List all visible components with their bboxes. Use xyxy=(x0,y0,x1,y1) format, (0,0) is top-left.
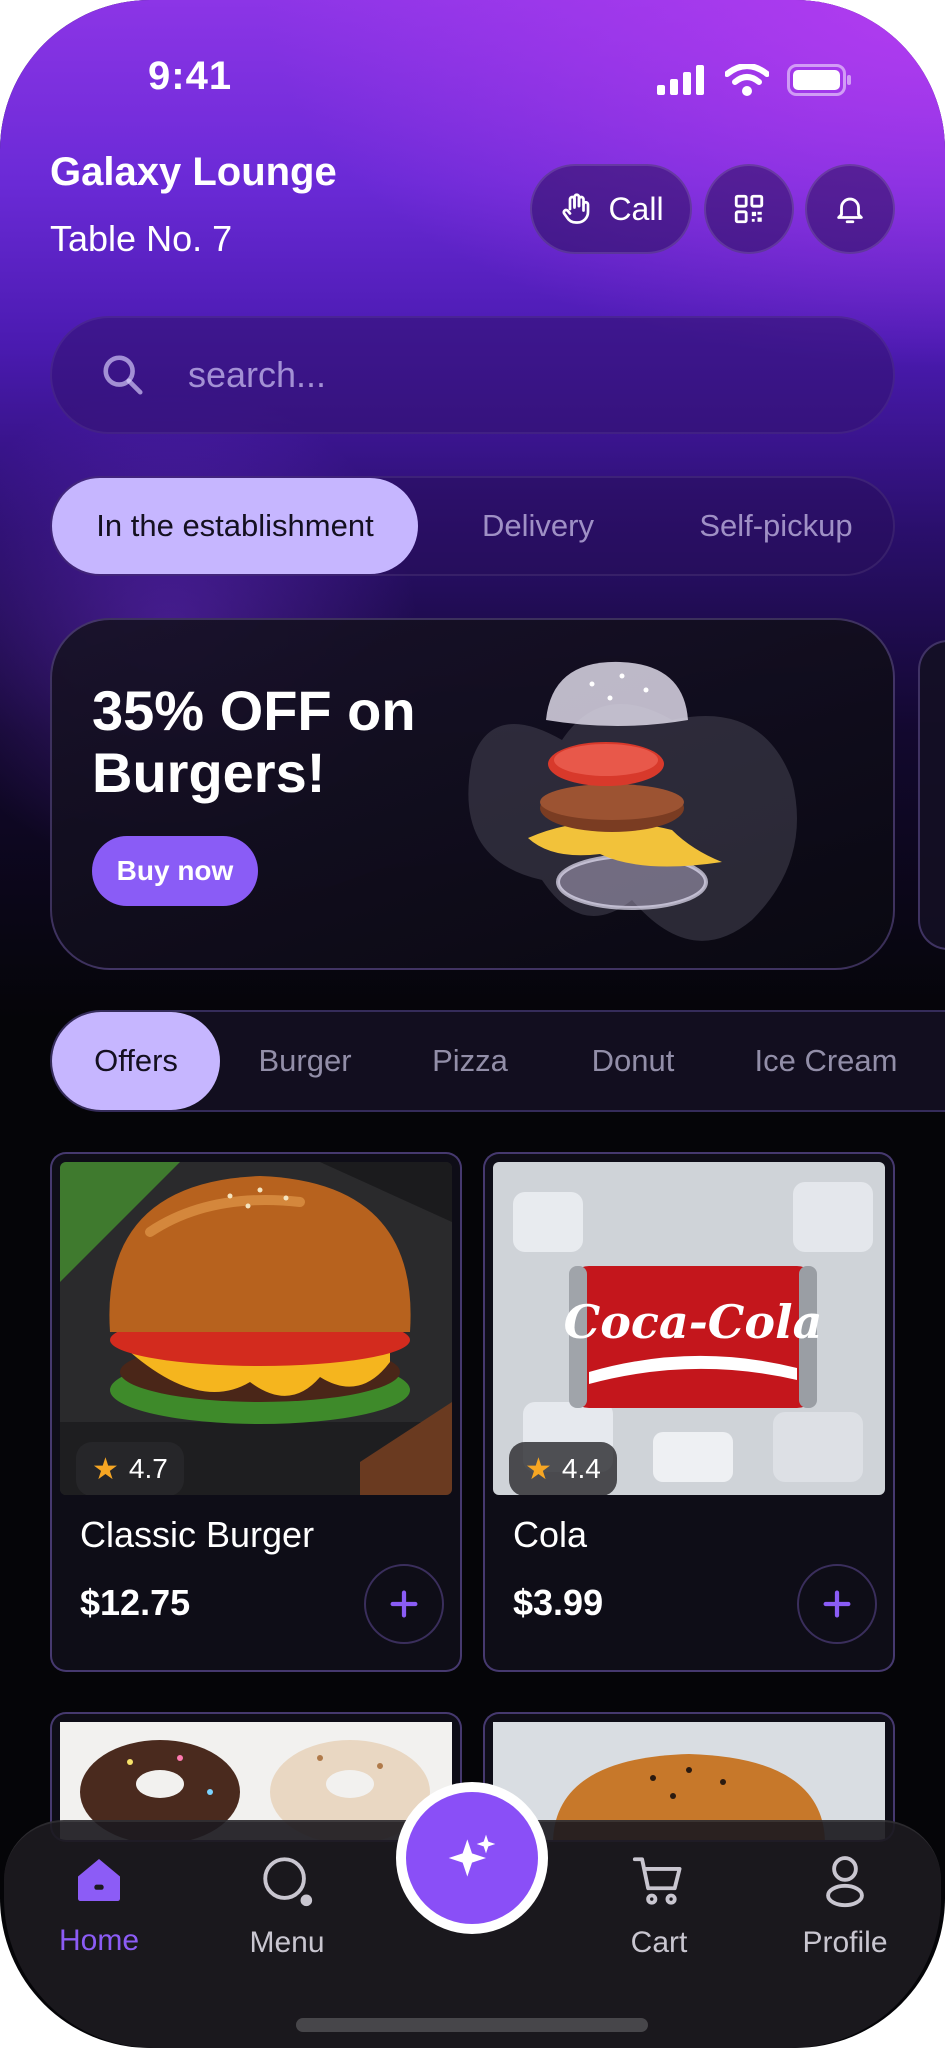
search-menu-icon xyxy=(263,1857,313,1907)
rating-value: 4.4 xyxy=(561,1453,601,1484)
nav-profile[interactable]: Profile xyxy=(770,1852,920,1960)
add-to-cart-button[interactable] xyxy=(364,1564,444,1644)
status-icons xyxy=(657,64,853,96)
nav-home[interactable]: Home xyxy=(24,1852,174,1958)
svg-text:Coca-Cola: Coca-Cola xyxy=(564,1295,823,1349)
next-promo-card[interactable] xyxy=(918,640,945,950)
hand-icon xyxy=(562,193,590,224)
rating-value: 4.7 xyxy=(128,1453,168,1484)
nav-profile-label: Profile xyxy=(802,1926,888,1959)
mode-delivery[interactable]: Delivery xyxy=(418,478,658,574)
home-icon xyxy=(78,1859,120,1901)
rating-badge: ★ 4.7 xyxy=(76,1442,184,1495)
category-donut[interactable]: Donut xyxy=(550,1012,716,1110)
product-name: Classic Burger xyxy=(80,1514,315,1555)
call-waiter-button[interactable]: Call xyxy=(530,164,692,254)
service-mode-switch: In the establishment Delivery Self-picku… xyxy=(50,476,895,576)
category-pizza[interactable]: Pizza xyxy=(390,1012,550,1110)
promo-banner[interactable]: 35% OFF on Burgers! Buy now xyxy=(50,618,895,970)
nav-cart-label: Cart xyxy=(630,1926,688,1959)
category-tabs: Offers Burger Pizza Donut Ice Cream xyxy=(50,1010,945,1112)
product-price: $3.99 xyxy=(513,1582,604,1623)
app-screen: 9:41 Galaxy Lounge Table No. 7 Call sear… xyxy=(0,0,945,2048)
plus-icon xyxy=(823,1590,851,1618)
rating-badge: ★ 4.4 xyxy=(509,1442,617,1495)
nav-menu-label: Menu xyxy=(249,1926,325,1959)
venue-name: Galaxy Lounge xyxy=(50,150,337,194)
burger-illustration xyxy=(468,661,797,941)
star-icon: ★ xyxy=(525,1452,552,1486)
nav-menu[interactable]: Menu xyxy=(212,1852,362,1960)
plus-icon xyxy=(390,1590,418,1618)
search-bar[interactable] xyxy=(50,316,895,434)
battery-icon xyxy=(787,64,851,96)
signal-icon xyxy=(657,65,704,95)
product-card[interactable]: Coca-Cola ★ 4.4 Cola $3.99 xyxy=(483,1152,895,1672)
product-image: Coca-Cola ★ 4.4 xyxy=(493,1162,885,1495)
search-icon xyxy=(103,355,143,395)
buy-now-button[interactable]: Buy now xyxy=(92,836,258,906)
notifications-button[interactable] xyxy=(805,164,895,254)
promo-title: 35% OFF on Burgers! xyxy=(92,679,416,804)
product-image: ★ 4.7 xyxy=(60,1162,452,1495)
profile-icon xyxy=(826,1856,864,1908)
table-number: Table No. 7 xyxy=(50,218,233,259)
star-icon: ★ xyxy=(92,1452,119,1486)
qr-code-icon xyxy=(734,194,764,224)
category-offers[interactable]: Offers xyxy=(52,1012,220,1110)
wifi-icon xyxy=(725,64,769,96)
category-burger[interactable]: Burger xyxy=(220,1012,390,1110)
mode-in-establishment[interactable]: In the establishment xyxy=(52,478,418,574)
nav-cart[interactable]: Cart xyxy=(584,1852,734,1960)
product-price: $12.75 xyxy=(80,1582,191,1623)
product-card[interactable]: ★ 4.7 Classic Burger $12.75 xyxy=(50,1152,462,1672)
sparkle-icon xyxy=(448,1834,496,1877)
product-name: Cola xyxy=(513,1514,588,1555)
bell-icon xyxy=(837,197,863,224)
category-ice-cream[interactable]: Ice Cream xyxy=(716,1012,936,1110)
nav-home-label: Home xyxy=(58,1924,140,1957)
qr-scan-button[interactable] xyxy=(704,164,794,254)
status-time: 9:41 xyxy=(148,54,233,98)
ai-assistant-button[interactable] xyxy=(396,1782,548,1934)
mode-self-pickup[interactable]: Self-pickup xyxy=(658,478,894,574)
add-to-cart-button[interactable] xyxy=(797,1564,877,1644)
call-label: Call xyxy=(608,190,664,227)
home-indicator xyxy=(296,2018,648,2032)
search-input[interactable] xyxy=(186,353,786,397)
cart-icon xyxy=(632,1857,682,1905)
